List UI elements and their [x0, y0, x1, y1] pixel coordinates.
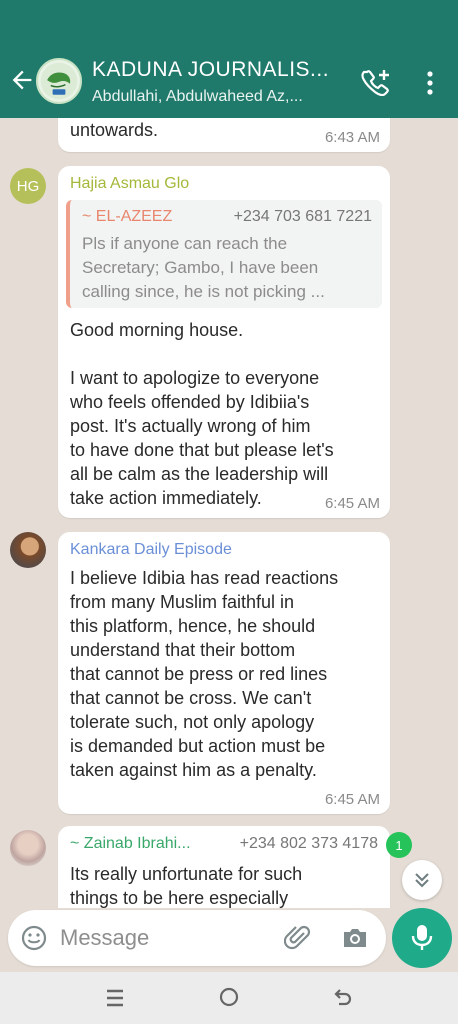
- sender-name[interactable]: Kankara Daily Episode: [70, 541, 232, 559]
- group-logo-icon: [40, 62, 78, 100]
- chat-title[interactable]: KADUNA JOURNALIS...: [92, 58, 342, 82]
- quoted-sender: ~ EL-AZEEZ: [82, 208, 173, 225]
- quoted-text: Pls if anyone can reach the Secretary; G…: [82, 234, 325, 301]
- message-time: 6:45 AM: [324, 791, 380, 808]
- message-time: 6:43 AM: [324, 129, 380, 146]
- message-text: Its really unfortunate for such things t…: [70, 864, 303, 908]
- recents-icon[interactable]: [104, 988, 126, 1008]
- more-vert-icon[interactable]: [420, 70, 440, 96]
- system-nav-bar: [0, 972, 458, 1024]
- avatar[interactable]: HG: [10, 168, 46, 204]
- camera-icon[interactable]: [340, 924, 370, 952]
- avatar[interactable]: [10, 830, 46, 866]
- message-bubble[interactable]: untowards. 6:43 AM: [58, 118, 390, 152]
- chevron-double-down-icon: [415, 873, 429, 888]
- status-bar: [0, 0, 458, 40]
- message-text: Good morning house. I want to apologize …: [70, 320, 334, 508]
- message-bubble[interactable]: Hajia Asmau Glo ~ EL-AZEEZ +234 703 681 …: [58, 166, 390, 518]
- message-list[interactable]: untowards. 6:43 AM HG Hajia Asmau Glo ~ …: [0, 118, 458, 908]
- back-arrow-icon[interactable]: [8, 66, 36, 94]
- group-avatar[interactable]: [36, 58, 82, 104]
- back-icon[interactable]: [332, 986, 354, 1008]
- message-composer: [8, 910, 386, 966]
- unread-badge: 1: [386, 832, 412, 858]
- message-bubble[interactable]: Kankara Daily Episode I believe Idibia h…: [58, 532, 390, 814]
- mic-icon: [411, 925, 433, 950]
- quoted-phone: +234 703 681 7221: [233, 208, 372, 225]
- sender-phone: +234 802 373 4178: [239, 835, 378, 852]
- home-icon[interactable]: [218, 986, 240, 1008]
- mic-button[interactable]: [392, 908, 452, 968]
- avatar[interactable]: [10, 532, 46, 568]
- message-text: I believe Idibia has read reactions from…: [70, 568, 339, 780]
- emoji-icon[interactable]: [20, 924, 48, 952]
- chat-participants[interactable]: Abdullahi, Abdulwaheed Az,...: [92, 88, 342, 106]
- chat-header: KADUNA JOURNALIS... Abdullahi, Abdulwahe…: [0, 0, 458, 118]
- sender-name[interactable]: Hajia Asmau Glo: [70, 175, 189, 193]
- message-text: untowards.: [70, 120, 159, 140]
- message-time: 6:45 AM: [324, 495, 380, 512]
- scroll-down-button[interactable]: [402, 860, 442, 900]
- message-input[interactable]: [60, 924, 270, 952]
- add-call-icon[interactable]: [360, 68, 392, 96]
- attach-icon[interactable]: [284, 924, 312, 952]
- message-bubble[interactable]: ~ Zainab Ibrahi... +234 802 373 4178 Its…: [58, 826, 390, 908]
- sender-name[interactable]: ~ Zainab Ibrahi...: [70, 835, 191, 853]
- quoted-message[interactable]: ~ EL-AZEEZ +234 703 681 7221 Pls if anyo…: [66, 200, 382, 308]
